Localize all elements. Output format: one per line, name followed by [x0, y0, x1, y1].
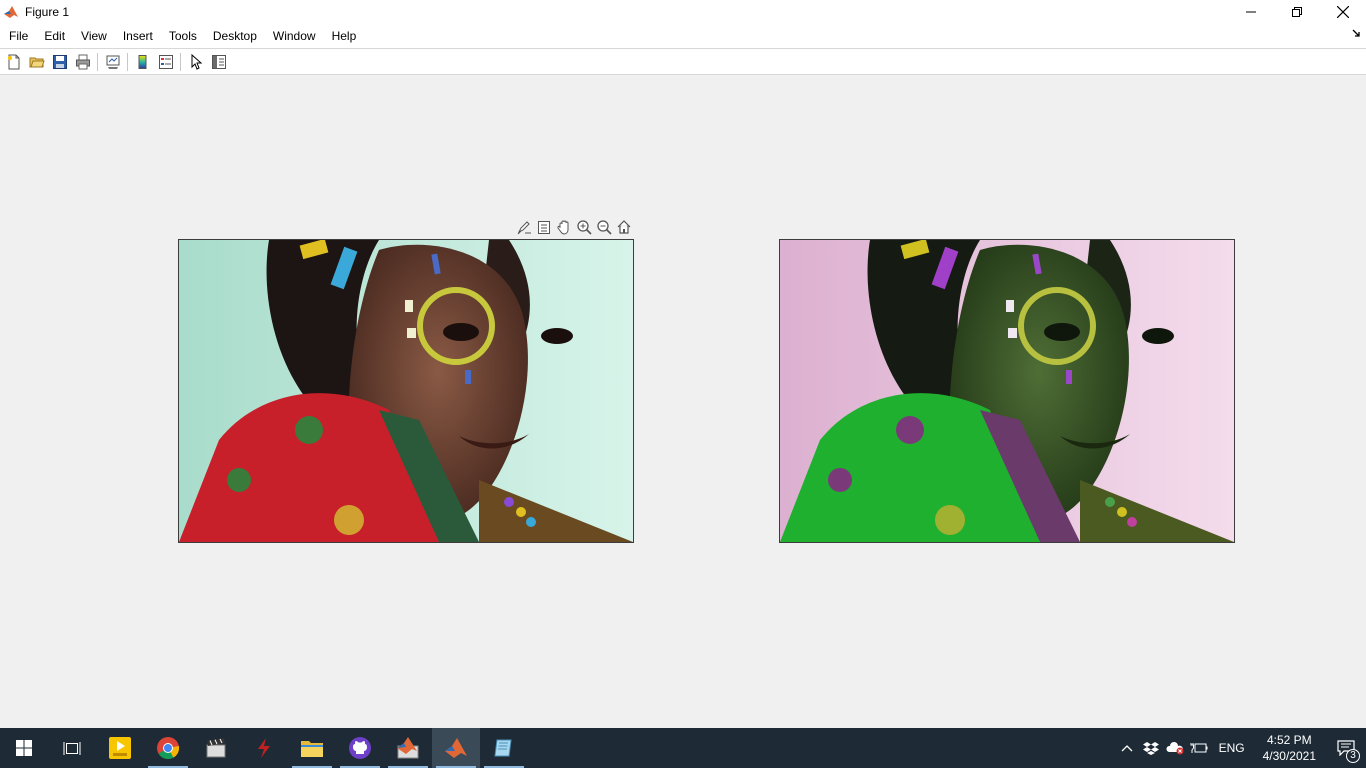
file-explorer-icon: [301, 741, 323, 757]
dropbox-tray-button[interactable]: [1139, 728, 1163, 768]
minimize-icon: [1246, 11, 1256, 13]
notepad-button[interactable]: [480, 728, 528, 768]
input-language[interactable]: ENG: [1211, 741, 1253, 755]
data-tips-button[interactable]: [534, 217, 554, 237]
matlab-button[interactable]: [432, 728, 480, 768]
menu-desktop[interactable]: Desktop: [205, 24, 265, 48]
toolbar-separator: [97, 52, 98, 71]
restore-button[interactable]: [1274, 0, 1320, 24]
window-controls: [1228, 0, 1366, 24]
menu-bar: File Edit View Insert Tools Desktop Wind…: [0, 24, 1366, 48]
chrome-icon: [157, 737, 180, 759]
zoom-out-icon: [597, 220, 612, 235]
dock-figure-icon[interactable]: [1352, 29, 1361, 38]
original-photo: [179, 240, 633, 542]
insert-legend-icon: [158, 54, 173, 69]
edit-plot-button[interactable]: [184, 51, 207, 73]
notification-count: 3: [1346, 749, 1360, 763]
pan-icon: [557, 220, 569, 235]
clock-date: 4/30/2021: [1262, 749, 1316, 763]
battery-plug-icon: [1190, 743, 1208, 753]
potplayer-icon: [109, 737, 131, 759]
clock[interactable]: 4:52 PM 4/30/2021: [1253, 732, 1326, 764]
restore-view-icon: [617, 220, 631, 234]
axes-toolbar: [514, 217, 634, 237]
new-figure-icon: [7, 54, 19, 69]
open-file-icon: [29, 57, 45, 67]
save-icon: [52, 54, 67, 69]
brush-icon: [517, 221, 531, 235]
dropbox-icon: [1142, 742, 1159, 755]
menu-tools[interactable]: Tools: [161, 24, 205, 48]
clock-time: 4:52 PM: [1266, 733, 1312, 747]
menu-insert[interactable]: Insert: [115, 24, 161, 48]
axes-processed-image[interactable]: [779, 239, 1235, 543]
close-button[interactable]: [1320, 0, 1366, 24]
taskbar: ENG 4:52 PM 4/30/2021 3: [0, 728, 1366, 768]
brush-button[interactable]: [514, 217, 534, 237]
filezilla-icon: [258, 738, 270, 758]
property-inspector-button[interactable]: [207, 51, 230, 73]
chevron-up-icon: [1121, 745, 1133, 752]
toolbar-separator: [180, 52, 181, 71]
restore-view-button[interactable]: [614, 217, 634, 237]
processed-photo: [780, 240, 1234, 542]
axes-original-image[interactable]: [178, 239, 634, 543]
insert-legend-button[interactable]: [154, 51, 177, 73]
save-button[interactable]: [48, 51, 71, 73]
zoom-in-icon: [577, 220, 592, 235]
close-icon: [1337, 6, 1349, 18]
file-explorer-button[interactable]: [288, 728, 336, 768]
print-icon: [75, 54, 90, 69]
minimize-button[interactable]: [1228, 0, 1274, 24]
restore-icon: [1292, 7, 1302, 17]
pan-button[interactable]: [554, 217, 574, 237]
menu-file[interactable]: File: [1, 24, 36, 48]
link-plot-button[interactable]: [101, 51, 124, 73]
power-tray-button[interactable]: [1187, 728, 1211, 768]
open-property-inspector-icon: [211, 54, 226, 69]
matlab-installer-button[interactable]: [384, 728, 432, 768]
onedrive-error-icon: [1166, 742, 1184, 755]
toolbar-separator: [127, 52, 128, 71]
action-center-button[interactable]: 3: [1326, 728, 1366, 768]
menu-help[interactable]: Help: [324, 24, 365, 48]
matlab-icon: [445, 738, 467, 758]
open-file-button[interactable]: [25, 51, 48, 73]
github-desktop-icon: [349, 737, 371, 759]
system-tray: ENG 4:52 PM 4/30/2021 3: [1115, 728, 1366, 768]
video-editor-button[interactable]: [192, 728, 240, 768]
print-button[interactable]: [71, 51, 94, 73]
window-title: Figure 1: [25, 5, 70, 19]
menu-window[interactable]: Window: [265, 24, 324, 48]
zoom-in-button[interactable]: [574, 217, 594, 237]
figure-toolbar: [0, 48, 1366, 75]
potplayer-button[interactable]: [96, 728, 144, 768]
onedrive-tray-button[interactable]: [1163, 728, 1187, 768]
title-bar: Figure 1: [0, 0, 1366, 24]
task-view-button[interactable]: [48, 728, 96, 768]
data-tips-icon: [538, 221, 550, 234]
start-button[interactable]: [0, 728, 48, 768]
menu-edit[interactable]: Edit: [36, 24, 73, 48]
show-hidden-icons-button[interactable]: [1115, 728, 1139, 768]
notepad-icon: [494, 739, 512, 757]
insert-colorbar-button[interactable]: [131, 51, 154, 73]
new-figure-button[interactable]: [2, 51, 25, 73]
insert-colorbar-icon: [138, 54, 146, 69]
matlab-icon: [3, 4, 19, 20]
edit-plot-icon: [191, 53, 202, 70]
menu-view[interactable]: View: [73, 24, 115, 48]
link-plot-icon: [106, 55, 119, 69]
zoom-out-button[interactable]: [594, 217, 614, 237]
video-editor-icon: [206, 738, 226, 758]
chrome-button[interactable]: [144, 728, 192, 768]
github-desktop-button[interactable]: [336, 728, 384, 768]
matlab-installer-icon: [397, 737, 419, 759]
filezilla-button[interactable]: [240, 728, 288, 768]
task-view-icon: [63, 742, 81, 755]
start-icon: [16, 740, 32, 756]
